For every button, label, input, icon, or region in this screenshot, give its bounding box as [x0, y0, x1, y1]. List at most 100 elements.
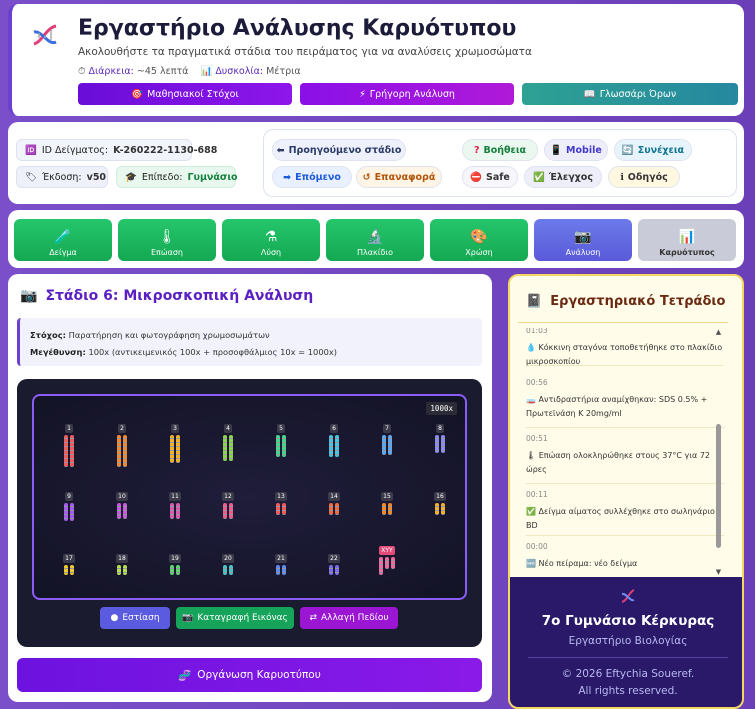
quick-analysis-button[interactable]: ⚡ Γρήγορη Ανάλυση [300, 83, 514, 105]
chromatid [70, 565, 74, 575]
chromosome-label: 5 [277, 424, 285, 433]
notebook-title: 📓 Εργαστηριακό Τετράδιο [526, 294, 726, 309]
chromosome-pair[interactable]: 7 [372, 424, 402, 455]
chromatid-pair [382, 503, 392, 515]
id-icon: 🆔 [25, 144, 37, 156]
chromatid [391, 557, 395, 569]
chart-icon: 📊 [678, 229, 696, 245]
chromatid-pair [64, 503, 74, 521]
stage-analysis[interactable]: 📷 Ανάλυση [534, 219, 632, 261]
chromatid [382, 503, 386, 515]
chromatid [170, 565, 174, 575]
chromosome-pair[interactable]: 5 [266, 424, 296, 457]
log-entry: 00:51 🌡 Επώαση ολοκληρώθηκε στους 37°C γι… [526, 432, 724, 484]
chromosome-pair[interactable]: 6 [319, 424, 349, 457]
page-title: Εργαστήριο Ανάλυσης Καρυότυπου [78, 16, 517, 41]
stage-lysis[interactable]: ⚗ Λύση [222, 219, 320, 261]
meta-info: ⏱ Διάρκεια: ~45 λεπτά 📊 Δυσκολία: Μέτρια [78, 66, 301, 77]
scrollbar-thumb[interactable] [716, 424, 721, 548]
chromosome-pair[interactable]: 9 [54, 492, 84, 521]
goal-line: Στόχος: Παρατήρηση και φωτογράφηση χρωμο… [30, 330, 270, 340]
flask-icon: ⚗ [264, 229, 278, 245]
divider [518, 322, 728, 323]
petri-dish-icon: 🧫 [526, 395, 536, 404]
safe-button[interactable]: ⛔ Safe [462, 166, 518, 188]
dna-icon: 🧬 [178, 669, 192, 682]
question-icon: ? [473, 144, 480, 156]
next-button[interactable]: ➡ Επόμενο [272, 166, 352, 188]
learning-goals-button[interactable]: 🎯 Μαθησιακοί Στόχοι [78, 83, 292, 105]
chromatid [276, 503, 280, 515]
organize-karyotype-button[interactable]: 🧬 Οργάνωση Καρυοτύπου [17, 658, 482, 692]
chromosome-pair[interactable]: 4 [213, 424, 243, 461]
capture-image-button[interactable]: 📷 Καταγραφή Εικόνας [176, 607, 294, 629]
chromosome-label: 19 [169, 554, 181, 563]
notebook-log[interactable]: 01:03 💧 Κόκκινη σταγόνα τοποθετήθηκε στο … [520, 328, 724, 574]
chromosome-pair[interactable]: 15 [372, 492, 402, 515]
notebook-icon: 📓 [526, 294, 543, 309]
chromatid [170, 503, 174, 519]
chromosome-pair[interactable]: 16 [425, 492, 455, 515]
reset-button[interactable]: ↺ Επαναφορά [356, 166, 442, 188]
chromosome-pair[interactable]: 22 [319, 554, 349, 575]
chromatid-pair [223, 435, 233, 461]
chromatid [276, 565, 280, 575]
chromosome-pair[interactable]: 18 [107, 554, 137, 575]
chromatid-pair [276, 503, 286, 515]
notebook-scrollbar[interactable]: ▲ ▼ [714, 328, 723, 576]
chromatid-pair [329, 503, 339, 515]
stage-karyotype[interactable]: 📊 Καρυότυπος [638, 219, 736, 261]
chromosome-label: 7 [383, 424, 391, 433]
chromosome-pair[interactable]: 11 [160, 492, 190, 519]
camera-icon: 📷 [182, 613, 194, 623]
chromatid [117, 565, 121, 575]
stage-incubation[interactable]: 🌡 Επώαση [118, 219, 216, 261]
chromosome-label: 9 [65, 492, 73, 501]
microscope-field[interactable]: 1000x 1 2 3 4 5 6 7 8 9 10 11 12 13 14 15 16 17 18 19 20 21 2… [32, 394, 467, 600]
stage-slide[interactable]: 🔬 Πλακίδιο [326, 219, 424, 261]
sex-chromosomes[interactable]: XYY [372, 546, 402, 575]
glossary-button[interactable]: 📖 Γλωσσάρι Όρων [522, 83, 738, 105]
bar-chart-icon: 📊 [200, 66, 213, 77]
chromosome-pair[interactable]: 17 [54, 554, 84, 575]
dna-icon [33, 24, 57, 46]
focus-button[interactable]: ● Εστίαση [100, 607, 170, 629]
chromosome-pair[interactable]: 1 [54, 424, 84, 467]
chromatid [379, 557, 383, 575]
chromatid-pair [170, 503, 180, 519]
guide-button[interactable]: ℹ Οδηγός [608, 166, 680, 188]
continue-icon: 🔄 [621, 144, 634, 156]
chromosome-label: 4 [224, 424, 232, 433]
mobile-button[interactable]: 📱 Mobile [544, 139, 608, 161]
chromatid [329, 435, 333, 457]
check-button[interactable]: ✅ Έλεγχος [524, 166, 602, 188]
help-button[interactable]: ? Βοήθεια [462, 139, 538, 161]
stage-staining[interactable]: 🎨 Χρώση [430, 219, 528, 261]
change-field-button[interactable]: ⇄ Αλλαγή Πεδίου [300, 607, 398, 629]
chromatid [64, 565, 68, 575]
chromatid [329, 503, 333, 515]
chromosome-pair[interactable]: 2 [107, 424, 137, 467]
chromosome-label: 1 [65, 424, 73, 433]
chromosome-pair[interactable]: 3 [160, 424, 190, 463]
chromosome-pair[interactable]: 12 [213, 492, 243, 519]
previous-stage-button[interactable]: ⬅ Προηγούμενο στάδιο [272, 139, 406, 161]
chromosome-label: 20 [222, 554, 234, 563]
chromosome-pair[interactable]: 10 [107, 492, 137, 519]
microscope-icon: 🔬 [366, 229, 384, 245]
chromatid [117, 435, 121, 467]
chromosome-pair[interactable]: 14 [319, 492, 349, 515]
chromosome-pair[interactable]: 19 [160, 554, 190, 575]
magnification-line: Μεγέθυνση: 100x (αντικειμενικός 100x + π… [30, 347, 338, 357]
stage-sample[interactable]: 🧪 Δείγμα [14, 219, 112, 261]
chromosome-pair[interactable]: 20 [213, 554, 243, 575]
log-entry: 00:11 ✅ Δείγμα αίματος συλλέχθηκε στο σωλ… [526, 488, 724, 536]
chromatid [170, 435, 174, 463]
chromosome-pair[interactable]: 21 [266, 554, 296, 575]
chromosome-pair[interactable]: 8 [425, 424, 455, 453]
scroll-up-icon[interactable]: ▲ [714, 328, 723, 336]
continue-button[interactable]: 🔄 Συνέχεια [614, 139, 692, 161]
chromatid [223, 503, 227, 519]
scroll-down-icon[interactable]: ▼ [714, 568, 723, 576]
chromosome-pair[interactable]: 13 [266, 492, 296, 515]
